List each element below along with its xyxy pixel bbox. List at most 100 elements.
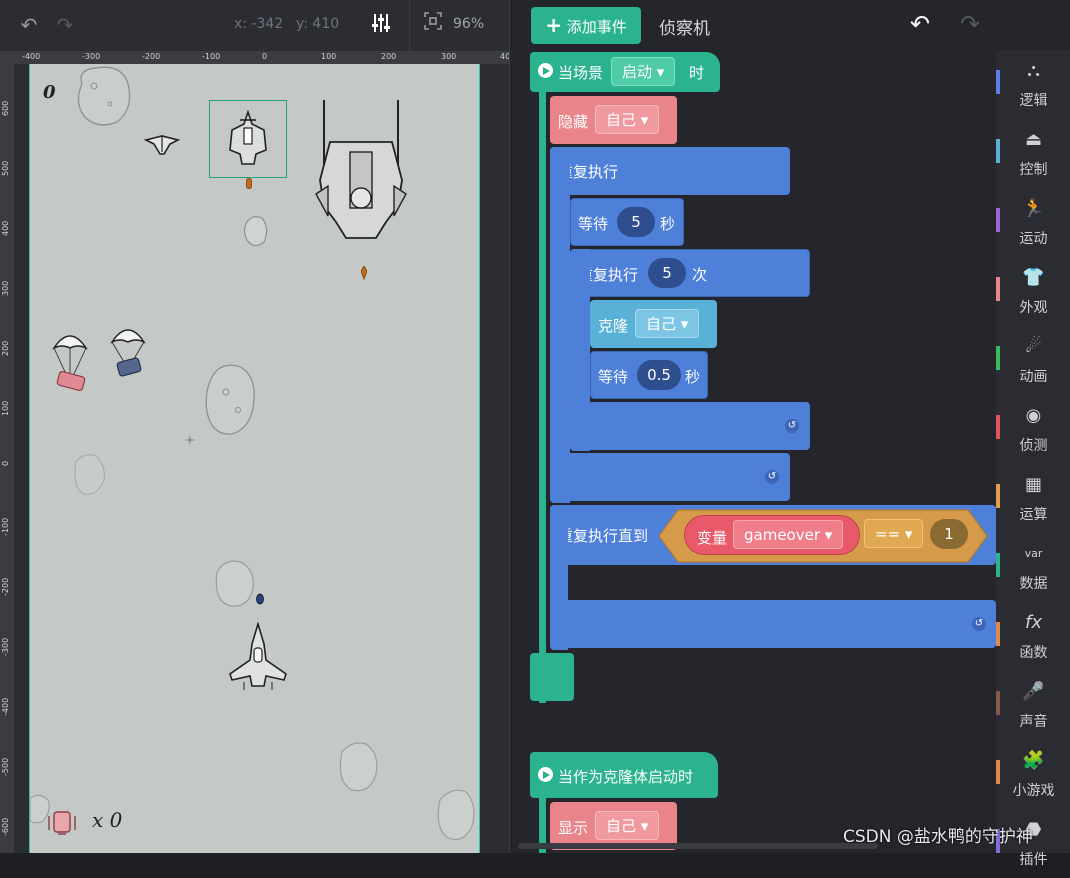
category-label: 侦测 — [1019, 438, 1048, 454]
clone-block[interactable]: 克隆 自己 ▾ — [590, 300, 717, 348]
add-event-label: 添加事件 — [566, 18, 627, 36]
play-icon — [538, 63, 553, 78]
block-label: 变量 — [697, 529, 728, 547]
ruler-y-tick: 400 — [1, 220, 10, 236]
function-icon: fx — [1025, 612, 1042, 633]
operator-dropdown[interactable]: == ▾ — [864, 519, 924, 548]
ruler-y-tick: 0 — [1, 460, 10, 466]
wait-block[interactable]: 等待 0.5 秒 — [590, 351, 708, 399]
control-joystick-icon: ⏏ — [1024, 129, 1042, 150]
category-sensing[interactable]: ◉ 侦测 — [996, 395, 1070, 464]
category-label: 运动 — [1019, 231, 1048, 247]
fit-screen-icon[interactable] — [420, 12, 446, 38]
stage-undo-icon[interactable]: ↶ — [16, 12, 42, 38]
player-fighter-sprite[interactable] — [228, 622, 288, 694]
block-label: 秒 — [660, 215, 676, 233]
asteroid-sprite[interactable] — [202, 362, 258, 438]
loop-arrow-icon: ↺ — [972, 617, 986, 631]
category-functions[interactable]: fx 函数 — [996, 602, 1070, 671]
repeat-until-block[interactable]: 重复执行直到 变量 gameover ▾ == ▾ 1 — [550, 505, 996, 565]
code-toolbar: + 添加事件 侦察机 ↶ ↷ — [510, 0, 1070, 50]
category-control[interactable]: ⏏ 控制 — [996, 119, 1070, 188]
stage-panel: ↶ ↷ x: -342 y: 410 96% -400 -300 -200 -1… — [0, 0, 519, 853]
parachute-supply-blue-sprite[interactable] — [110, 324, 146, 378]
ruler-y-tick: -600 — [1, 817, 10, 836]
asteroid-sprite[interactable] — [211, 558, 257, 610]
asteroid-faint-sprite[interactable] — [70, 452, 108, 498]
wait-seconds-input[interactable]: 0.5 — [637, 360, 681, 390]
asteroid-small-sprite[interactable] — [242, 214, 270, 250]
blue-bullet — [256, 593, 264, 605]
category-operators[interactable]: ▦ 运算 — [996, 464, 1070, 533]
repeat-times-block[interactable]: 重复执行 5 次 — [570, 249, 810, 297]
blocks-workspace[interactable]: 当场景 启动 ▾ 时 隐藏 自己 ▾ 重复执行 ↺ 等待 5 秒 重复执行 5 … — [510, 50, 996, 853]
ruler-y-tick: 100 — [1, 400, 10, 416]
category-label: 函数 — [1019, 645, 1048, 661]
asteroid-sprite[interactable] — [334, 740, 382, 796]
block-label: 重复执行直到 — [558, 527, 649, 545]
variable-dropdown[interactable]: gameover ▾ — [733, 520, 844, 549]
lives-count-text: x 0 — [92, 808, 123, 832]
wait-seconds-input[interactable]: 5 — [617, 207, 655, 237]
add-event-button[interactable]: + 添加事件 — [531, 7, 641, 44]
when-scene-start-block[interactable]: 当场景 启动 ▾ 时 — [530, 52, 720, 92]
workspace-horizontal-scrollbar[interactable] — [518, 843, 878, 849]
block-label: 等待 — [598, 368, 629, 386]
repeat-count-input[interactable]: 5 — [648, 258, 686, 288]
category-label: 运算 — [1019, 507, 1048, 523]
block-label: 时 — [689, 64, 705, 82]
scout-plane-sprite[interactable] — [226, 110, 270, 168]
scene-event-dropdown[interactable]: 启动 ▾ — [611, 57, 676, 86]
zoom-level[interactable]: 96% — [453, 16, 484, 32]
boss-mothership-sprite[interactable] — [314, 98, 408, 248]
category-label: 小游戏 — [1012, 783, 1055, 799]
ruler-y-tick: -500 — [1, 757, 10, 776]
wait-block[interactable]: 等待 5 秒 — [570, 198, 684, 246]
forever-block[interactable]: 重复执行 — [550, 147, 790, 195]
loop-arrow-icon: ↺ — [785, 419, 799, 433]
category-motion[interactable]: 🏃 运动 — [996, 188, 1070, 257]
variable-reporter[interactable]: 变量 gameover ▾ — [684, 515, 860, 555]
compare-value-input[interactable]: 1 — [930, 519, 968, 549]
toolbar-divider — [409, 0, 410, 52]
category-data[interactable]: var 数据 — [996, 533, 1070, 602]
target-dropdown[interactable]: 自己 ▾ — [595, 811, 660, 840]
ruler-x-tick: -300 — [82, 52, 101, 61]
category-logic[interactable]: ⛬ 逻辑 — [996, 50, 1070, 119]
asteroid-sprite[interactable] — [432, 786, 478, 846]
sparkle-decoration — [184, 434, 196, 446]
ruler-x-tick: 400 — [500, 52, 509, 61]
hide-block[interactable]: 隐藏 自己 ▾ — [550, 96, 677, 144]
ruler-x-tick: -100 — [202, 52, 221, 61]
block-label: 显示 — [558, 819, 589, 837]
stage-redo-icon[interactable]: ↷ — [52, 12, 78, 38]
settings-sliders-icon[interactable] — [368, 12, 394, 38]
clone-target-dropdown[interactable]: 自己 ▾ — [635, 309, 700, 338]
category-label: 控制 — [1019, 162, 1048, 178]
undo-icon[interactable]: ↶ — [910, 10, 930, 38]
target-dropdown[interactable]: 自己 ▾ — [595, 105, 660, 134]
parachute-supply-red-sprite[interactable] — [52, 330, 88, 392]
redo-icon[interactable]: ↷ — [960, 10, 980, 38]
running-person-icon: 🏃 — [1022, 198, 1045, 219]
block-label: 克隆 — [598, 317, 629, 335]
category-animation[interactable]: ☄ 动画 — [996, 326, 1070, 395]
game-stage-canvas[interactable]: 0 x 0 — [29, 64, 480, 853]
small-fighter-sprite[interactable] — [144, 130, 180, 156]
category-label: 声音 — [1019, 714, 1048, 730]
category-sound[interactable]: 🎤 声音 — [996, 671, 1070, 740]
ruler-y-tick: 200 — [1, 340, 10, 356]
ruler-horizontal: -400 -300 -200 -100 0 100 200 300 400 — [0, 52, 509, 64]
block-label: 等待 — [578, 215, 609, 233]
microphone-icon: 🎤 — [1022, 681, 1045, 702]
when-clone-start-block[interactable]: 当作为克隆体启动时 — [530, 752, 718, 798]
current-sprite-name[interactable]: 侦察机 — [659, 14, 710, 39]
empty-statement-slot — [568, 566, 996, 600]
category-minigame[interactable]: 🧩 小游戏 — [996, 740, 1070, 809]
score-text: 0 — [43, 82, 56, 103]
asteroid-sprite[interactable] — [72, 64, 134, 130]
ruler-y-tick: 500 — [1, 160, 10, 176]
block-label: 隐藏 — [558, 113, 589, 131]
category-looks[interactable]: 👕 外观 — [996, 257, 1070, 326]
block-label: 当场景 — [558, 64, 604, 82]
